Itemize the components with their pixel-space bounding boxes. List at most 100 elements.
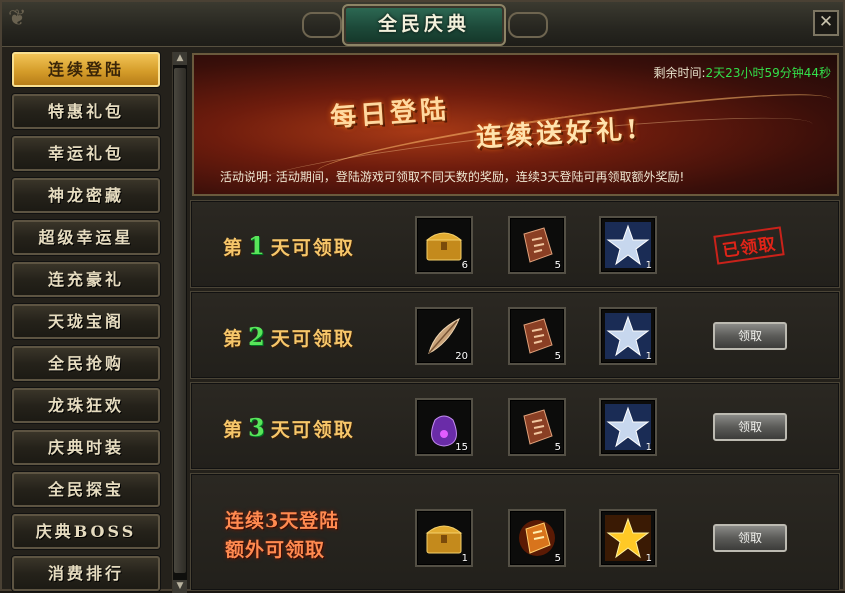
sidebar-item-label: 连充豪礼 bbox=[47, 270, 124, 289]
sidebar-item-treasure-hunt[interactable]: 全民探宝 bbox=[12, 472, 160, 507]
event-banner: 剩余时间:2天23小时59分钟44秒 每日登陆 连续送好礼! 活动说明: 活动期… bbox=[192, 53, 839, 196]
claim-button[interactable]: 领取 bbox=[713, 524, 787, 552]
item-count: 5 bbox=[554, 553, 561, 564]
sidebar-item-consecutive-login[interactable]: 连续登陆 bbox=[12, 52, 160, 87]
sidebar-item-label: 幸运礼包 bbox=[47, 144, 124, 163]
sidebar-item-label: 消费排行 bbox=[47, 564, 124, 583]
sidebar-item-label: 龙珠狂欢 bbox=[47, 396, 124, 415]
item-count: 5 bbox=[554, 260, 561, 271]
item-count: 1 bbox=[645, 553, 652, 564]
sidebar-item-label: 超级幸运星 bbox=[38, 228, 134, 247]
gold-star-icon bbox=[605, 515, 651, 561]
item-count: 1 bbox=[645, 351, 652, 362]
celebration-window: ❦ 全民庆典 ✕ 连续登陆 特惠礼包 幸运礼包 神龙密藏 超级幸运星 连充豪礼 … bbox=[0, 0, 845, 593]
sidebar-item-celebration-fashion[interactable]: 庆典时装 bbox=[12, 430, 160, 465]
scroll-down-icon[interactable]: ▼ bbox=[173, 580, 187, 593]
day-suffix: 天可领取 bbox=[270, 419, 355, 441]
title-ornament-right-icon bbox=[508, 12, 548, 38]
sidebar-item-label: 神龙密藏 bbox=[47, 186, 124, 205]
silver-star-icon bbox=[605, 404, 651, 450]
day-number: 3 bbox=[248, 413, 267, 442]
bonus-label: 连续3天登陆 额外可领取 bbox=[225, 507, 339, 565]
silver-star-icon bbox=[605, 313, 651, 359]
reward-row-bonus: 连续3天登陆 额外可领取 1 5 1 领取 bbox=[190, 473, 840, 591]
sidebar-item-label: 全民探宝 bbox=[47, 480, 124, 499]
rune-tablet-icon bbox=[523, 318, 553, 354]
reward-slot[interactable]: 6 bbox=[415, 216, 473, 274]
reward-slot[interactable]: 1 bbox=[599, 398, 657, 456]
claim-button[interactable]: 领取 bbox=[713, 413, 787, 441]
golden-chest-icon bbox=[425, 232, 463, 261]
day-prefix: 第 bbox=[223, 419, 245, 441]
ornament-left-icon: ❦ bbox=[8, 6, 27, 31]
reward-slot[interactable]: 1 bbox=[599, 509, 657, 567]
reward-row-day-3: 第 3 天可领取 15 5 1 领取 bbox=[190, 382, 840, 470]
reward-slot[interactable]: 5 bbox=[508, 509, 566, 567]
day-suffix: 天可领取 bbox=[270, 237, 355, 259]
rune-tablet-icon bbox=[523, 227, 553, 263]
reward-slot[interactable]: 1 bbox=[415, 509, 473, 567]
sidebar-item-label: 全民抢购 bbox=[47, 354, 124, 373]
item-count: 1 bbox=[461, 553, 468, 564]
window-title: 全民庆典 bbox=[377, 13, 470, 35]
reward-slot[interactable]: 5 bbox=[508, 398, 566, 456]
golden-chest-icon bbox=[425, 525, 463, 554]
rune-tablet-icon bbox=[523, 409, 553, 445]
banner-headline-daily-login: 每日登陆 bbox=[329, 94, 452, 134]
sidebar-item-label: 连续登陆 bbox=[47, 60, 124, 79]
item-count: 20 bbox=[455, 351, 468, 362]
remaining-time: 剩余时间:2天23小时59分钟44秒 bbox=[654, 64, 832, 81]
day-label: 第 1 天可领取 bbox=[223, 231, 355, 260]
reward-row-day-1: 第 1 天可领取 6 5 1 已领取 bbox=[190, 200, 840, 288]
day-prefix: 第 bbox=[223, 328, 245, 350]
claim-button[interactable]: 领取 bbox=[713, 322, 787, 350]
event-description: 活动说明: 活动期间，登陆游戏可领取不同天数的奖励，连续3天登陆可再领取额外奖励… bbox=[220, 170, 685, 184]
item-count: 5 bbox=[554, 351, 561, 362]
day-label: 第 3 天可领取 bbox=[223, 413, 355, 442]
sidebar-item-dragon-ball-carnival[interactable]: 龙珠狂欢 bbox=[12, 388, 160, 423]
scroll-up-icon[interactable]: ▲ bbox=[173, 52, 187, 65]
close-button[interactable]: ✕ bbox=[813, 10, 839, 36]
sidebar-item-label: 庆典时装 bbox=[47, 438, 124, 457]
sidebar-item-spending-rank[interactable]: 消费排行 bbox=[12, 556, 160, 591]
sidebar-item-super-lucky-star[interactable]: 超级幸运星 bbox=[12, 220, 160, 255]
sidebar-item-lucky-pack[interactable]: 幸运礼包 bbox=[12, 136, 160, 171]
reward-slot[interactable]: 1 bbox=[599, 216, 657, 274]
reward-slot[interactable]: 1 bbox=[599, 307, 657, 365]
sidebar-item-label: 特惠礼包 bbox=[47, 102, 124, 121]
reward-slot[interactable]: 20 bbox=[415, 307, 473, 365]
day-suffix: 天可领取 bbox=[270, 328, 355, 350]
item-count: 1 bbox=[645, 260, 652, 271]
sidebar-item-celebration-boss[interactable]: 庆典BOSS bbox=[12, 514, 160, 549]
title-bar: ❦ 全民庆典 ✕ bbox=[2, 2, 843, 47]
timer-label: 剩余时间: bbox=[653, 66, 706, 80]
silver-star-icon bbox=[605, 222, 651, 268]
scroll-thumb[interactable] bbox=[174, 68, 186, 573]
sidebar-item-treasure-pavilion[interactable]: 天珑宝阁 bbox=[12, 304, 160, 339]
sidebar-item-discount-pack[interactable]: 特惠礼包 bbox=[12, 94, 160, 129]
sidebar-scrollbar[interactable]: ▲ ▼ bbox=[172, 52, 187, 593]
timer-value: 2天23小时59分钟44秒 bbox=[705, 66, 831, 80]
sidebar-item-recharge-gifts[interactable]: 连充豪礼 bbox=[12, 262, 160, 297]
reward-slot[interactable]: 5 bbox=[508, 216, 566, 274]
fire-rune-icon bbox=[519, 520, 555, 556]
sidebar-item-dragon-treasure[interactable]: 神龙密藏 bbox=[12, 178, 160, 213]
reward-row-day-2: 第 2 天可领取 20 5 1 领取 bbox=[190, 291, 840, 379]
sidebar-item-flash-sale[interactable]: 全民抢购 bbox=[12, 346, 160, 381]
title-ornament-left-icon bbox=[302, 12, 342, 38]
activity-sidebar: 连续登陆 特惠礼包 幸运礼包 神龙密藏 超级幸运星 连充豪礼 天珑宝阁 全民抢购… bbox=[8, 50, 166, 593]
reward-slot[interactable]: 5 bbox=[508, 307, 566, 365]
bonus-label-line-2: 额外可领取 bbox=[225, 539, 326, 561]
item-count: 6 bbox=[461, 260, 468, 271]
window-title-plate: 全民庆典 bbox=[342, 4, 506, 46]
day-number: 1 bbox=[248, 231, 267, 260]
day-label: 第 2 天可领取 bbox=[223, 322, 355, 351]
sidebar-item-label: 天珑宝阁 bbox=[47, 312, 124, 331]
item-count: 1 bbox=[645, 442, 652, 453]
claimed-stamp: 已领取 bbox=[713, 226, 785, 265]
sidebar-item-label: 庆典BOSS bbox=[35, 522, 137, 541]
bonus-label-line-1: 连续3天登陆 bbox=[225, 510, 340, 532]
day-prefix: 第 bbox=[223, 237, 245, 259]
reward-slot[interactable]: 15 bbox=[415, 398, 473, 456]
item-count: 5 bbox=[554, 442, 561, 453]
